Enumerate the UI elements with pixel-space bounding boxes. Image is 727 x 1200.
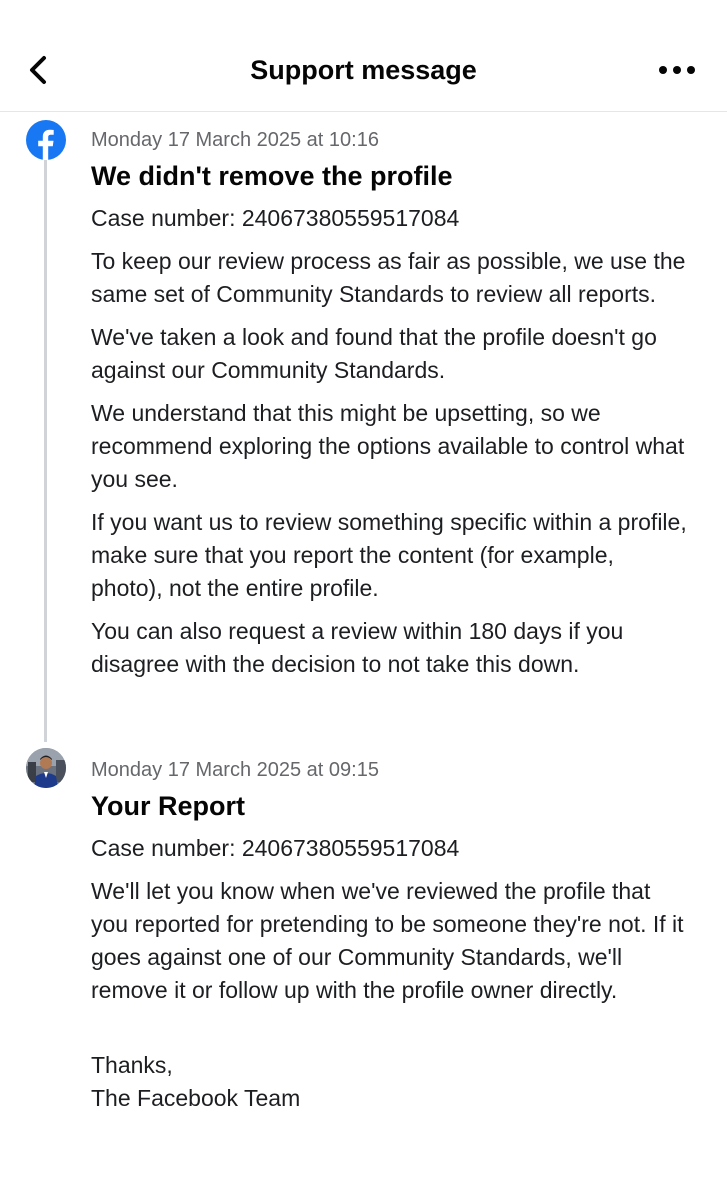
- message-your-report: Monday 17 March 2025 at 09:15 Your Repor…: [91, 756, 691, 1115]
- message-paragraph: We've taken a look and found that the pr…: [91, 324, 657, 383]
- facebook-logo-icon: [26, 120, 66, 160]
- message-paragraph: To keep our review process as fair as po…: [91, 248, 686, 307]
- message-title: Your Report: [91, 791, 245, 821]
- page-title: Support message: [250, 55, 477, 85]
- message-case-decision: Monday 17 March 2025 at 10:16 We didn't …: [91, 126, 691, 681]
- message-paragraph: We'll let you know when we've reviewed t…: [91, 878, 684, 1003]
- message-timestamp: Monday 17 March 2025 at 09:15: [91, 759, 379, 781]
- message-title: We didn't remove the profile: [91, 161, 453, 191]
- more-options-button[interactable]: [657, 52, 697, 88]
- message-paragraph: You can also request a review within 180…: [91, 618, 624, 677]
- signoff-greeting: Thanks,: [91, 1052, 173, 1078]
- timeline-line: [44, 150, 47, 742]
- case-number: Case number: 24067380559517084: [91, 205, 460, 231]
- signoff: Thanks, The Facebook Team: [91, 1049, 691, 1115]
- message-paragraph: We understand that this might be upsetti…: [91, 400, 685, 492]
- signoff-team: The Facebook Team: [91, 1085, 301, 1111]
- message-timestamp: Monday 17 March 2025 at 10:16: [91, 129, 379, 151]
- message-paragraph: If you want us to review something speci…: [91, 509, 687, 601]
- header-bar: Support message: [0, 0, 727, 112]
- case-number: Case number: 24067380559517084: [91, 835, 460, 861]
- avatar[interactable]: [26, 748, 66, 788]
- more-horizontal-icon: [659, 66, 695, 74]
